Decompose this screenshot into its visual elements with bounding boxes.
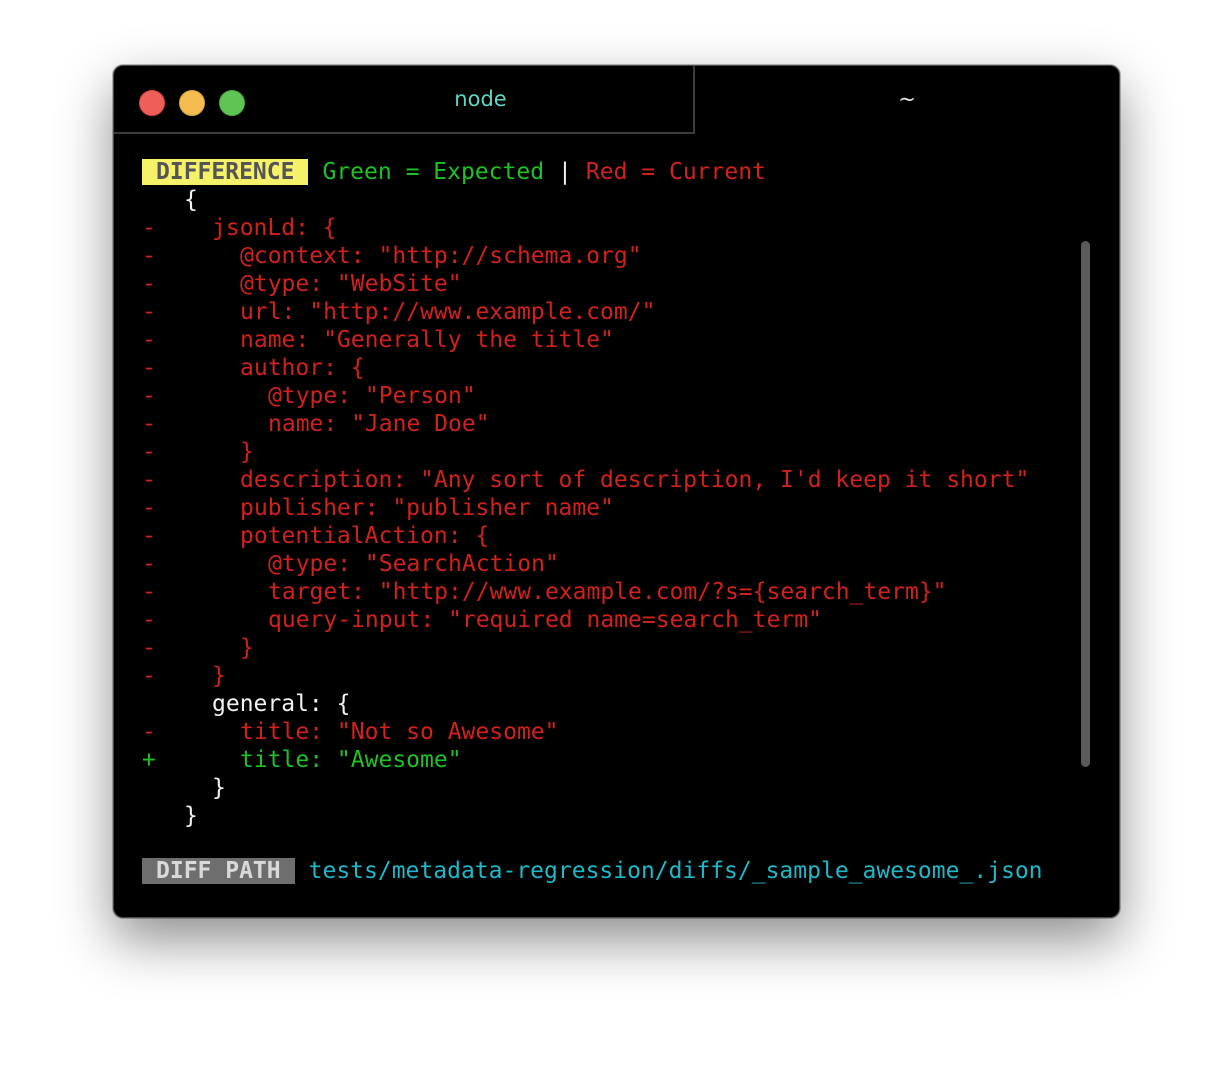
terminal-output: DIFFERENCE Green = Expected | Red = Curr…	[142, 158, 1092, 830]
tab-home[interactable]: ~	[695, 66, 1119, 132]
diff-line: - name: "Jane Doe"	[142, 410, 1092, 438]
diff-line: - url: "http://www.example.com/"	[142, 298, 1092, 326]
diff-line: - @type: "WebSite"	[142, 270, 1092, 298]
diff-marker: -	[142, 719, 156, 745]
diff-line: - potentialAction: {	[142, 522, 1092, 550]
diff-body: { - jsonLd: { - @context: "http://schema.org…	[142, 186, 1092, 830]
diff-line-text: target: "http://www.example.com/?s={sear…	[268, 579, 947, 605]
diff-marker: -	[142, 271, 156, 297]
diff-marker: -	[142, 383, 156, 409]
diff-line: - publisher: "publisher name"	[142, 494, 1092, 522]
diff-marker: -	[142, 607, 156, 633]
current-legend: Red = Current	[585, 159, 766, 185]
diff-line-text: query-input: "required name=search_term"	[268, 607, 822, 633]
diff-line: - @type: "Person"	[142, 382, 1092, 410]
terminal-window: node ~ DIFFERENCE Green = Expected | Red…	[113, 65, 1120, 918]
diff-line: -}	[142, 662, 1092, 690]
diff-line: -}	[142, 438, 1092, 466]
minimize-window-button[interactable]	[179, 90, 205, 116]
diff-line: - target: "http://www.example.com/?s={sea…	[142, 578, 1092, 606]
diff-line: - description: "Any sort of description, …	[142, 466, 1092, 494]
difference-badge: DIFFERENCE	[142, 159, 309, 185]
diff-marker: -	[142, 635, 156, 661]
diff-marker	[142, 774, 184, 802]
diff-line-text: publisher: "publisher name"	[240, 495, 614, 521]
diff-line: - query-input: "required name=search_term…	[142, 606, 1092, 634]
diff-marker: -	[142, 579, 156, 605]
diff-line-text: name: "Generally the title"	[240, 327, 614, 353]
diff-marker: -	[142, 411, 156, 437]
diff-line-text: potentialAction: {	[240, 523, 490, 549]
diff-line-text: {	[184, 187, 198, 213]
diff-line: - jsonLd: {	[142, 214, 1092, 242]
diff-path[interactable]: tests/metadata-regression/diffs/_sample_…	[309, 858, 1043, 884]
diff-marker: -	[142, 299, 156, 325]
diff-line-text: }	[240, 439, 254, 465]
diff-line-text: }	[184, 803, 198, 829]
tab-label: node	[454, 87, 507, 111]
diff-line-text: @type: "WebSite"	[240, 271, 462, 297]
diff-line: - author: {	[142, 354, 1092, 382]
diff-line: - @context: "http://schema.org"	[142, 242, 1092, 270]
diff-marker	[142, 802, 184, 830]
diff-line-text: description: "Any sort of description, I…	[240, 467, 1030, 493]
diff-line: {	[142, 186, 1092, 214]
title-bar: node ~	[114, 66, 1119, 134]
diff-marker: -	[142, 215, 156, 241]
diff-line: }	[142, 774, 1092, 802]
diff-line-text: url: "http://www.example.com/"	[240, 299, 656, 325]
diff-line: - @type: "SearchAction"	[142, 550, 1092, 578]
diff-line-text: title: "Awesome"	[240, 747, 462, 773]
diff-line-text: title: "Not so Awesome"	[240, 719, 559, 745]
diff-path-row: DIFF PATH tests/metadata-regression/diff…	[142, 857, 1043, 885]
diff-marker: -	[142, 243, 156, 269]
close-window-button[interactable]	[139, 90, 165, 116]
diff-line-text: @type: "Person"	[268, 383, 476, 409]
diff-line: + title: "Awesome"	[142, 746, 1092, 774]
diff-line: }	[142, 802, 1092, 830]
diff-marker: -	[142, 355, 156, 381]
diff-line: - name: "Generally the title"	[142, 326, 1092, 354]
diff-marker: -	[142, 495, 156, 521]
scrollbar-thumb[interactable]	[1081, 241, 1090, 767]
expected-legend: Green = Expected	[322, 159, 545, 185]
diff-line-text: general: {	[212, 691, 351, 717]
legend-separator: |	[558, 159, 572, 185]
diff-marker: +	[142, 747, 156, 773]
diff-line-text: name: "Jane Doe"	[268, 411, 490, 437]
diff-line-text: }	[212, 775, 226, 801]
diff-line-text: author: {	[240, 355, 365, 381]
diff-line: - title: "Not so Awesome"	[142, 718, 1092, 746]
diff-line-text: jsonLd: {	[212, 215, 337, 241]
diff-path-badge: DIFF PATH	[142, 858, 295, 884]
diff-marker: -	[142, 439, 156, 465]
diff-line: -}	[142, 634, 1092, 662]
diff-marker: -	[142, 523, 156, 549]
tab-label: ~	[898, 87, 916, 111]
diff-marker	[142, 690, 184, 718]
diff-line-text: }	[240, 635, 254, 661]
diff-marker	[142, 186, 184, 214]
diff-marker: -	[142, 467, 156, 493]
diff-marker: -	[142, 663, 156, 689]
diff-line: general: {	[142, 690, 1092, 718]
diff-marker: -	[142, 327, 156, 353]
diff-line-text: }	[212, 663, 226, 689]
diff-marker: -	[142, 551, 156, 577]
diff-line-text: @context: "http://schema.org"	[240, 243, 642, 269]
diff-legend: DIFFERENCE Green = Expected | Red = Curr…	[142, 158, 1092, 186]
maximize-window-button[interactable]	[219, 90, 245, 116]
diff-line-text: @type: "SearchAction"	[268, 551, 559, 577]
